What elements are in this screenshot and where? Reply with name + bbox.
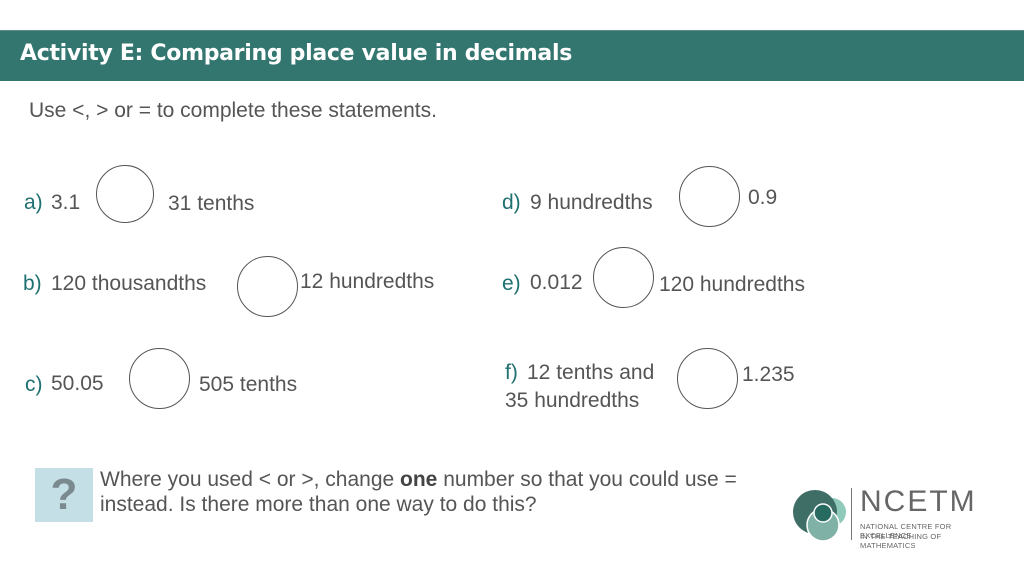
- answer-circle-b[interactable]: [237, 256, 298, 317]
- ncetm-circles-icon: [793, 490, 846, 542]
- statement-label: b): [23, 272, 42, 295]
- statement-left-value: 3.1: [51, 191, 81, 214]
- logo-divider: [851, 488, 852, 540]
- page-title: Activity E: Comparing place value in dec…: [20, 41, 572, 66]
- statement-right-value: 1.235: [742, 363, 795, 386]
- logo-circle-center: [813, 503, 833, 523]
- prompt-text-bold: one: [400, 468, 438, 491]
- instruction-text: Use <, > or = to complete these statemen…: [29, 99, 437, 122]
- statement-left-value-line1: 12 tenths and: [527, 361, 655, 384]
- question-box: ?: [35, 468, 93, 522]
- statement-right-value: 120 hundredths: [659, 273, 805, 296]
- statement-right-value: 505 tenths: [199, 373, 298, 396]
- statement-label: f): [505, 361, 518, 384]
- answer-circle-a[interactable]: [96, 165, 154, 223]
- statement-right-value: 0.9: [748, 186, 778, 209]
- question-prompt: Where you used < or >, change one number…: [100, 467, 780, 517]
- statement-label: a): [24, 191, 43, 214]
- answer-circle-f[interactable]: [677, 348, 738, 409]
- prompt-text-before: Where you used < or >, change: [100, 468, 401, 491]
- statement-left-value-line2: 35 hundredths: [505, 389, 640, 412]
- statement-label: c): [25, 373, 43, 396]
- statement-left-value: 9 hundredths: [530, 191, 653, 214]
- answer-circle-e[interactable]: [593, 247, 654, 308]
- statement-right-value: 31 tenths: [168, 192, 255, 215]
- statement-label: e): [502, 272, 521, 295]
- question-mark-icon: ?: [50, 470, 78, 519]
- answer-circle-d[interactable]: [679, 166, 740, 227]
- statement-left-value: 120 thousandths: [51, 272, 207, 295]
- logo-subtitle-line2: IN THE TEACHING OF MATHEMATICS: [860, 532, 942, 550]
- statement-left-value: 0.012: [530, 271, 583, 294]
- statement-right-value: 12 hundredths: [300, 270, 435, 293]
- logo-wordmark: NCETM: [860, 485, 977, 518]
- statement-left-value: 50.05: [51, 372, 104, 395]
- statement-label: d): [502, 191, 521, 214]
- answer-circle-c[interactable]: [129, 348, 190, 409]
- ncetm-logo: NCETM NATIONAL CENTRE FOR EXCELLENCE IN …: [790, 482, 990, 550]
- header-bar: Activity E: Comparing place value in dec…: [0, 30, 1024, 81]
